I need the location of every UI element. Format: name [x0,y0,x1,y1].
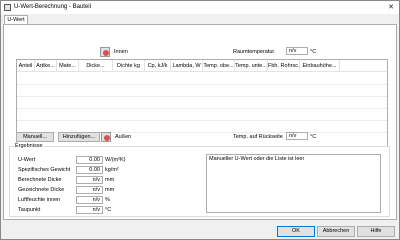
column-header[interactable]: Cp, kJ/k [145,60,171,72]
rear-temp-label: Temp. auf Rückseite [233,134,283,140]
result-unit: kg/m² [105,167,119,173]
innen-label: Innen [114,49,128,55]
result-value-field[interactable]: 0.00 [76,166,103,174]
column-header[interactable]: Fbh. Rohrsc... [268,60,300,72]
title-bar: U-Wert-Berechnung - Bauteil ✕ [1,1,399,14]
result-label: Luftfeuchte innen [18,197,61,203]
room-temp-field[interactable]: n/v [286,47,308,55]
result-value-field[interactable]: 0.00 [76,156,103,164]
red-circle-icon[interactable] [100,47,110,57]
row-divider [17,108,387,109]
close-icon[interactable]: ✕ [384,1,398,14]
result-unit: % [105,197,110,203]
column-header[interactable]: Temp. obe... [203,60,235,72]
result-unit: mm [105,177,115,183]
column-header[interactable]: Einbauhöhe... [300,60,340,72]
column-header[interactable]: Mate... [57,60,79,72]
ok-button[interactable]: OK [277,226,315,237]
result-unit: °C [105,207,112,213]
result-label: Taupunkt [18,207,41,213]
rear-temp-field[interactable]: n/v [286,132,308,140]
window-title: U-Wert-Berechnung - Bauteil [14,4,91,10]
result-label: Spezifisches Gewicht [18,167,71,173]
app-icon [4,4,11,11]
outside-label: Außen [115,134,132,140]
column-header[interactable]: Dichte kg [113,60,145,72]
result-label: Berechnete Dicke [18,177,62,183]
column-header[interactable]: Artike... [35,60,57,72]
column-header[interactable]: Dicke... [79,60,113,72]
red-circle-icon[interactable] [101,132,111,142]
result-value-field[interactable]: n/v [76,176,103,184]
result-label: U-Wert [18,157,36,163]
room-temp-unit: °C [310,49,317,55]
column-header[interactable]: Temp. unte... [235,60,268,72]
column-header[interactable]: Lambda, W [171,60,203,72]
dialog-window: U-Wert-Berechnung - Bauteil ✕ U-Wert Inn… [0,0,400,240]
rear-temp-unit: °C [310,134,317,140]
help-button[interactable]: Hilfe [357,226,395,237]
room-temp-label: Raumtemperatur [233,49,275,55]
row-divider [17,84,387,85]
table-header: Anteil Artike... Mate... Dicke... Dichte… [17,60,387,72]
result-value-field[interactable]: n/v [76,206,103,214]
result-value-field[interactable]: n/v [76,196,103,204]
result-label: Gezeichnete Dicke [18,187,65,193]
cancel-button[interactable]: Abbrechen [317,226,355,237]
manual-button[interactable]: Manuell... [16,132,54,142]
column-header[interactable]: Anteil [17,60,35,72]
result-message-box: Manueller U-Wert oder die Liste ist leer [206,154,381,213]
results-group-title: Ergebnisse [14,143,44,149]
result-value-field[interactable]: n/v [76,186,103,194]
add-button[interactable]: Hinzufügen... [58,132,100,142]
result-unit: W/(m²K) [105,157,126,163]
row-divider [17,96,387,97]
row-divider [17,120,387,121]
result-unit: mm [105,187,115,193]
